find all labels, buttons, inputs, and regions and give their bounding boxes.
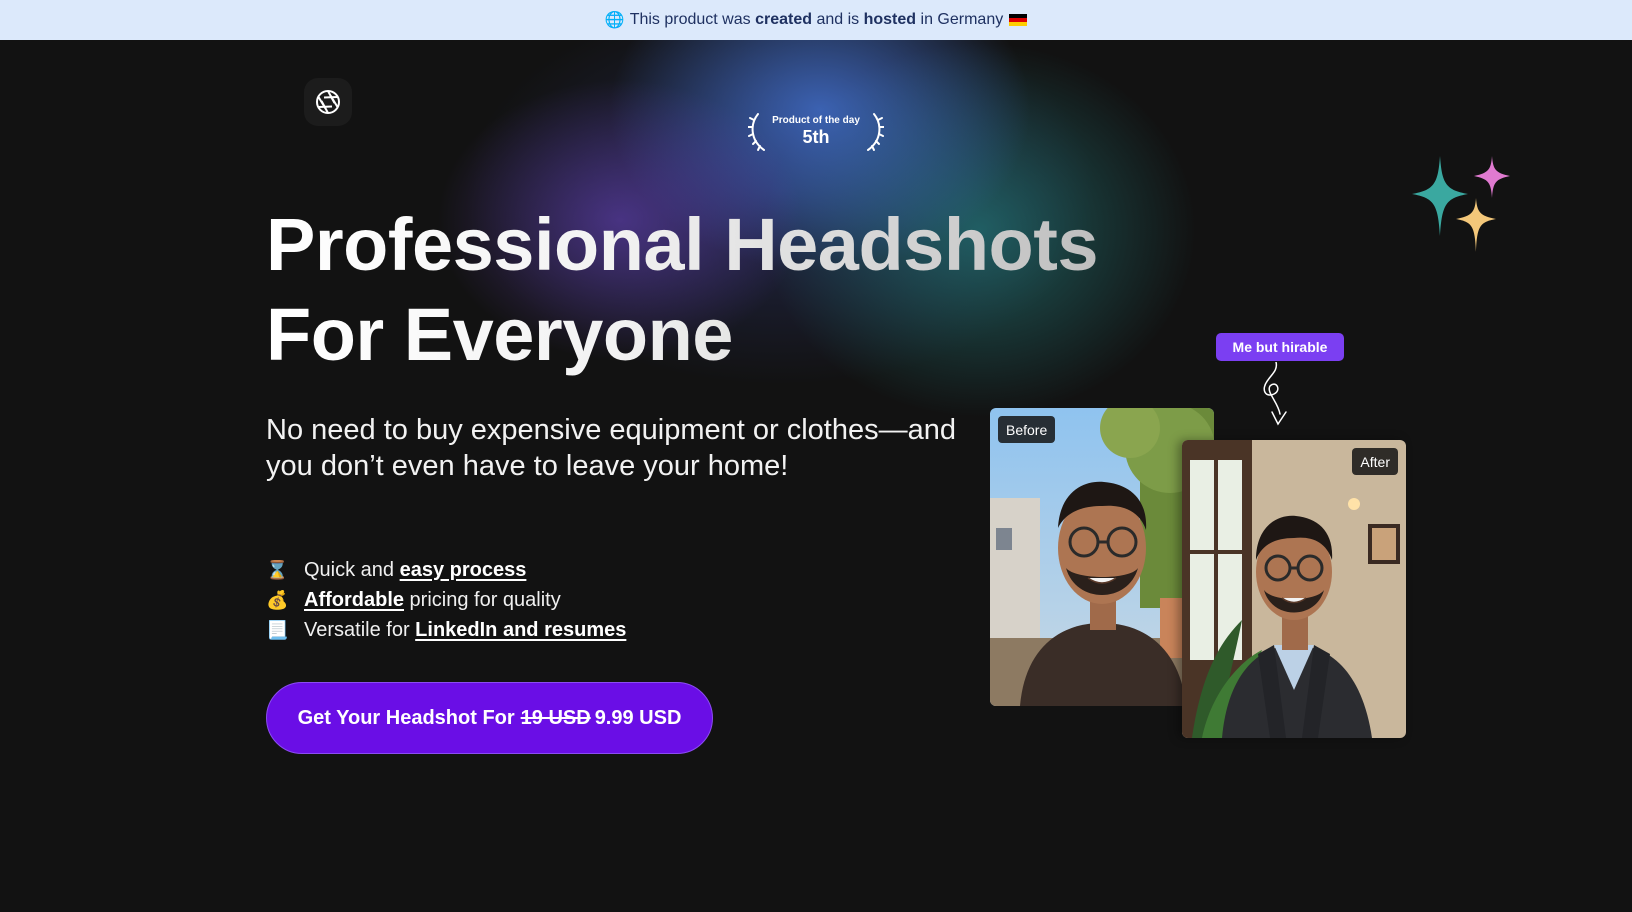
headline-line-2: For Everyone: [266, 293, 733, 376]
feature-list: ⌛ Quick and easy process 💰 Affordable pr…: [266, 555, 626, 645]
cta-new-price: 9.99 USD: [594, 706, 682, 729]
feature-link-linkedin-resumes[interactable]: LinkedIn and resumes: [415, 619, 626, 642]
banner-bold-created: created: [755, 11, 812, 28]
globe-icon: 🌐: [604, 12, 625, 29]
hero-subtitle: No need to buy expensive equipment or cl…: [266, 414, 956, 482]
before-photo: Before: [990, 408, 1214, 706]
hero-section: Product of the day 5th Professional Head…: [0, 40, 1632, 912]
after-photo: After: [1182, 440, 1406, 738]
money-bag-icon: 💰: [266, 589, 289, 610]
feature-text: Quick and: [304, 558, 400, 581]
cta-old-price: 19 USD: [520, 706, 591, 729]
feature-item: ⌛ Quick and easy process: [266, 555, 626, 585]
feature-link-affordable[interactable]: Affordable: [304, 589, 404, 612]
banner-text-1: This product was: [629, 11, 751, 28]
feature-link-easy-process[interactable]: easy process: [400, 559, 527, 582]
feature-item: 📃 Versatile for LinkedIn and resumes: [266, 615, 626, 645]
product-of-the-day-badge[interactable]: Product of the day 5th: [748, 108, 884, 154]
banner-text-3: in Germany: [920, 11, 1004, 28]
feature-text: Versatile for: [304, 618, 416, 641]
feature-item: 💰 Affordable pricing for quality: [266, 585, 626, 615]
laurel-right-icon: [867, 113, 884, 151]
before-label: Before: [998, 416, 1056, 443]
award-label: Product of the day: [772, 114, 860, 126]
scroll-icon: 📃: [266, 619, 289, 640]
me-but-hirable-callout: Me but hirable: [1216, 333, 1344, 361]
laurel-left-icon: [748, 113, 765, 151]
hourglass-icon: ⌛: [266, 559, 289, 580]
award-rank: 5th: [802, 126, 830, 147]
germany-flag-icon: [1009, 14, 1028, 26]
after-label: After: [1352, 448, 1398, 475]
headline-line-1: Professional Headshots: [266, 203, 1099, 286]
get-headshot-button[interactable]: Get Your Headshot For 19 USD 9.99 USD: [266, 682, 713, 754]
banner-bold-hosted: hosted: [863, 11, 917, 28]
sparkles-icon: [1412, 156, 1510, 252]
page-title: Professional Headshots For Everyone: [266, 200, 1146, 380]
logo-aperture-icon[interactable]: [304, 78, 352, 126]
curly-arrow-icon: [1263, 362, 1287, 426]
banner-text-2: and is: [816, 11, 860, 28]
cta-prefix: Get Your Headshot For: [297, 706, 515, 729]
announcement-banner: 🌐 This product was created and is hosted…: [0, 0, 1632, 40]
feature-text: pricing for quality: [404, 588, 561, 611]
